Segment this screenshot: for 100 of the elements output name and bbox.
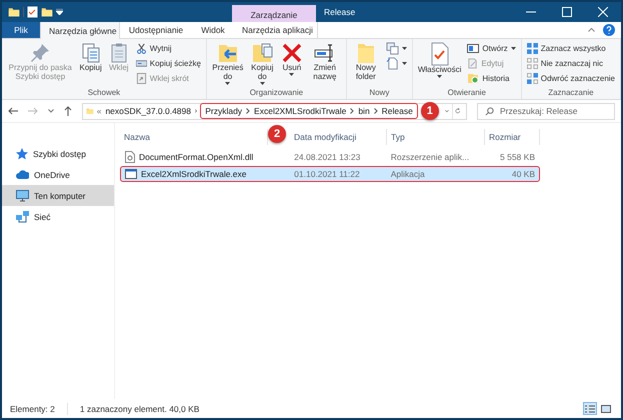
back-arrow-icon	[8, 107, 18, 115]
file-name: DocumentFormat.OpenXml.dll	[139, 152, 254, 162]
column-header[interactable]: Data modyfikacji	[290, 129, 387, 145]
invert-selection-icon	[526, 72, 538, 84]
sidebar-item[interactable]: Ten komputer	[2, 185, 114, 206]
chevron-icon	[195, 108, 198, 114]
up-button[interactable]	[64, 106, 72, 116]
ribbon-tab[interactable]: Narzędzia główne	[40, 22, 120, 39]
column-header[interactable]: Rozmiar	[485, 129, 540, 145]
ribbon-button[interactable]: Odwróć zaznaczenie	[524, 71, 617, 85]
selection-info: 1 zaznaczony element. 40,0 KB	[80, 404, 200, 414]
group-label: Organizowanie	[248, 88, 304, 99]
copy-folder-icon	[251, 42, 274, 64]
date-cell: 01.10.2021 11:22	[294, 169, 360, 179]
details-view-button[interactable]	[583, 402, 597, 415]
recent-locations-button[interactable]	[48, 109, 54, 113]
ribbon-button[interactable]	[384, 56, 409, 70]
ribbon-button[interactable]: Zmień nazwę	[306, 41, 343, 83]
chevron-icon	[374, 108, 378, 114]
sidebar-item[interactable]: Sieć	[2, 206, 114, 227]
ribbon-button[interactable]: Kopiuj ścieżkę	[134, 56, 203, 70]
breadcrumb[interactable]: bin	[358, 106, 370, 116]
pin-icon	[29, 42, 52, 64]
ribbon-button[interactable]: Przenieś do	[210, 41, 246, 86]
large-icons-view-button[interactable]	[599, 402, 613, 415]
ribbon-button[interactable]: Otwórz	[465, 41, 518, 55]
open-icon	[467, 42, 480, 54]
delete-icon	[280, 42, 303, 64]
breadcrumb[interactable]: nexoSDK_37.0.0.4898	[105, 106, 191, 116]
network-icon	[16, 210, 29, 222]
group-label: Otwieranie	[446, 88, 487, 99]
ribbon-button[interactable]: Kopiuj	[78, 41, 104, 74]
group-label: Schowek	[86, 88, 122, 99]
context-tab-header: Zarządzanie	[232, 5, 316, 22]
file-row[interactable]: DocumentFormat.OpenXml.dll 24.08.2021 13:23 Rozszerzenie aplik... 5 558 KB	[120, 149, 540, 165]
step-marker: 2	[268, 125, 286, 143]
shortcut-icon	[136, 72, 147, 84]
computer-icon	[16, 190, 29, 202]
select-none-icon	[526, 58, 538, 68]
window-title: Release	[323, 6, 356, 19]
ribbon-button[interactable]: Kopiuj do	[248, 41, 277, 86]
details-list-icon	[585, 404, 595, 412]
refresh-icon[interactable]	[455, 106, 461, 116]
size-cell: 5 558 KB	[500, 152, 535, 162]
date-cell: 24.08.2021 13:23	[294, 152, 360, 162]
thumbnail-icon	[601, 404, 611, 412]
item-count: Elementy: 2	[10, 404, 55, 414]
group-label: Nowy	[368, 88, 390, 99]
ribbon-button[interactable]: Usuń	[278, 41, 305, 77]
history-icon	[467, 72, 480, 84]
path-icon	[136, 58, 147, 68]
properties-icon	[428, 42, 451, 66]
close-icon	[598, 7, 608, 17]
address-bar[interactable]: « nexoSDK_37.0.0.4898 Przyklady Excel2XMLSrodkiTrwale bin Release 1	[82, 102, 467, 120]
application-icon	[125, 169, 137, 179]
back-button[interactable]	[8, 107, 18, 115]
minimize-icon	[526, 11, 536, 13]
column-header[interactable]: Typ	[387, 129, 485, 145]
breadcrumb[interactable]: Excel2XMLSrodkiTrwale	[254, 106, 346, 116]
type-cell: Aplikacja	[390, 169, 425, 179]
dropdown-icon[interactable]	[444, 109, 449, 113]
ribbon-tab[interactable]: Plik	[2, 22, 40, 38]
properties-icon	[27, 6, 38, 18]
ribbon-button[interactable]: Historia	[465, 71, 518, 85]
folder-icon	[8, 6, 20, 18]
scissors-icon	[136, 42, 147, 54]
ribbon-button[interactable]	[384, 41, 409, 55]
breadcrumb[interactable]: Release	[382, 106, 413, 116]
breadcrumb[interactable]: Przyklady	[205, 106, 242, 116]
new-item-icon	[386, 42, 399, 54]
forward-arrow-icon	[28, 107, 38, 115]
overflow-indicator: «	[96, 106, 102, 116]
step-marker: 1	[420, 102, 439, 120]
file-name: Excel2XmlSrodkiTrwale.exe	[141, 169, 246, 179]
sidebar-item[interactable]: OneDrive	[2, 164, 114, 185]
copy-icon	[80, 42, 102, 64]
document-icon	[386, 56, 399, 70]
type-cell: Rozszerzenie aplik...	[390, 152, 470, 162]
ribbon-button[interactable]: Nie zaznaczaj nic	[524, 56, 617, 70]
sidebar-item[interactable]: Szybki dostęp	[2, 143, 114, 164]
up-arrow-icon	[64, 106, 72, 116]
select-all-icon	[526, 42, 538, 54]
folder-icon	[41, 6, 53, 18]
cloud-icon	[16, 170, 29, 180]
help-icon[interactable]	[603, 24, 615, 36]
ribbon-button[interactable]: Wytnij	[134, 41, 203, 55]
search-field[interactable]: Przeszukaj: Release	[477, 102, 615, 120]
collapse-ribbon-icon[interactable]	[588, 28, 595, 32]
ribbon-button[interactable]: Nowy folder	[350, 41, 382, 83]
file-row[interactable]: Excel2XmlSrodkiTrwale.exe 01.10.2021 11:22 Aplikacja 40 KB	[120, 166, 540, 182]
ribbon-button[interactable]: Właściwości	[416, 41, 464, 79]
ribbon-button[interactable]: Zaznacz wszystko	[524, 41, 617, 55]
star-icon	[16, 148, 28, 160]
group-label: Zaznaczanie	[547, 88, 595, 99]
settings-file-icon	[125, 151, 135, 163]
edit-icon	[467, 58, 478, 68]
maximize-icon	[562, 7, 572, 17]
size-cell: 40 KB	[512, 169, 535, 179]
move-folder-icon	[216, 42, 239, 64]
caret-icon	[48, 109, 54, 113]
